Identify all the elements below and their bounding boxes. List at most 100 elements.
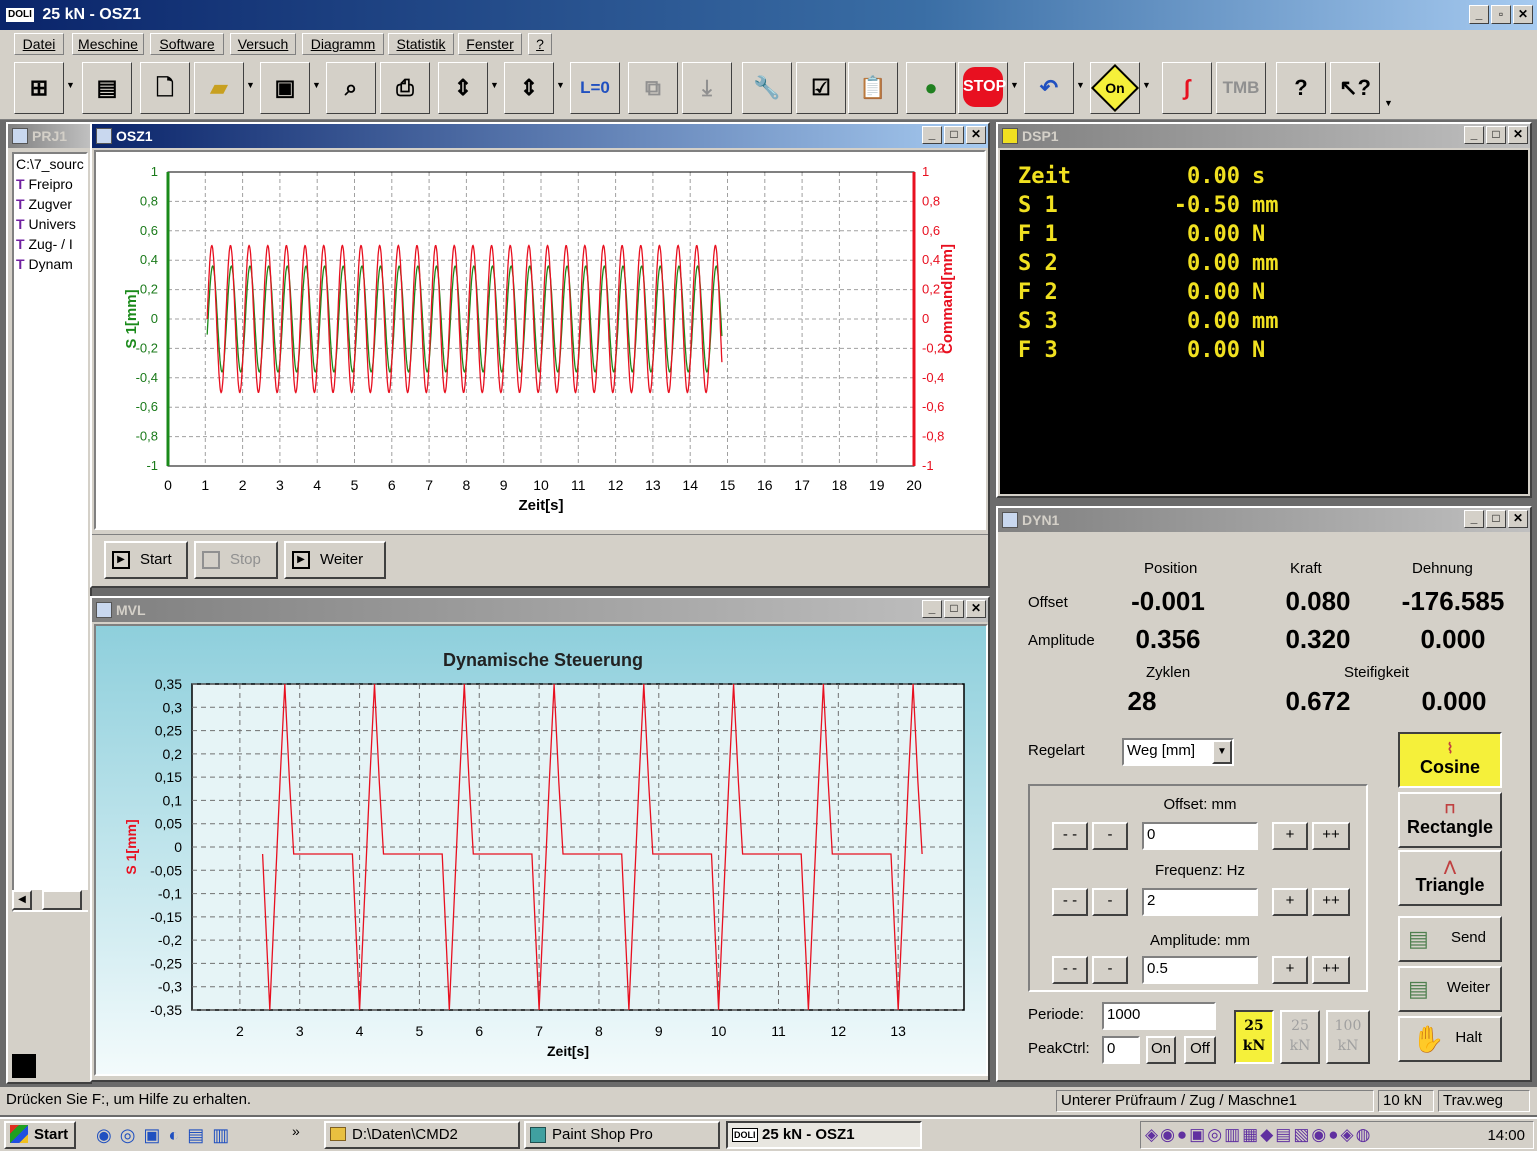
maximize-icon[interactable]: □ — [1486, 510, 1506, 528]
freq-dec-button[interactable]: - — [1092, 888, 1128, 916]
freq-dec-large-button[interactable]: - - — [1052, 888, 1088, 916]
amp-dec-button[interactable]: - — [1092, 956, 1128, 984]
quicklaunch-icons[interactable]: ◉◎▣◐▤▥ — [96, 1125, 237, 1146]
close-icon[interactable]: ✕ — [966, 126, 986, 144]
dropdown-arrow-icon[interactable]: ▼ — [1384, 98, 1393, 108]
traffic-light-icon[interactable]: ● — [906, 62, 956, 114]
menu-software[interactable]: Software — [150, 33, 224, 55]
stop-button[interactable]: STOP — [958, 62, 1008, 114]
minimize-icon[interactable]: _ — [922, 600, 942, 618]
specimen-lock-icon[interactable]: ⇕ — [504, 62, 554, 114]
amp-inc-button[interactable]: + — [1272, 956, 1308, 984]
dropdown-arrow-icon[interactable]: ▼ — [1010, 80, 1019, 90]
dropdown-arrow-icon[interactable]: ▼ — [556, 80, 565, 90]
save-icon[interactable]: ▣ — [260, 62, 310, 114]
minimize-icon[interactable]: _ — [1464, 126, 1484, 144]
project-window-title[interactable]: PRJ1 — [8, 124, 90, 148]
scroll-left-icon[interactable]: ◀ — [12, 890, 32, 910]
display-title-bar[interactable]: DSP1 _ □ ✕ — [998, 124, 1530, 148]
close-icon[interactable]: ✕ — [1508, 126, 1528, 144]
regelart-select[interactable]: Weg [mm] ▼ — [1122, 738, 1234, 766]
open-folder-icon[interactable]: ▰ — [194, 62, 244, 114]
scroll-thumb[interactable] — [42, 890, 82, 910]
project-hscrollbar[interactable]: ◀ — [12, 890, 88, 910]
menu-datei[interactable]: Datei — [14, 33, 64, 55]
dropdown-arrow-icon[interactable]: ▼ — [1142, 80, 1151, 90]
on-button[interactable]: On — [1090, 62, 1140, 114]
dynamic-control-title-bar[interactable]: DYN1 _ □ ✕ — [998, 508, 1530, 532]
zero-length-button[interactable]: L=0 — [570, 62, 620, 114]
menu-maschine[interactable]: Meschine — [72, 33, 144, 55]
dropdown-arrow-icon[interactable]: ▼ — [312, 80, 321, 90]
menu-help[interactable]: ? — [528, 33, 552, 55]
oscilloscope-title-bar[interactable]: OSZ1 _ □ ✕ — [92, 124, 988, 148]
app-title-bar[interactable]: DOLI 25 kN - OSZ1 _ ▫ ✕ — [0, 0, 1537, 30]
weiter-dyn-button[interactable]: ▤ Weiter — [1398, 966, 1502, 1012]
task-cmd2[interactable]: D:\Daten\CMD2 — [324, 1121, 520, 1149]
project-icon[interactable]: ▤ — [82, 62, 132, 114]
maximize-icon[interactable]: □ — [1486, 126, 1506, 144]
quicklaunch-more-icon[interactable]: » — [292, 1123, 300, 1139]
mvl-title-bar[interactable]: MVL _ □ ✕ — [92, 598, 988, 622]
peakctrl-input[interactable]: 0 — [1102, 1036, 1140, 1064]
menu-versuch[interactable]: Versuch — [230, 33, 296, 55]
rectangle-button[interactable]: ⊓ Rectangle — [1398, 792, 1502, 848]
send-button[interactable]: ▤ Send — [1398, 916, 1502, 962]
freq-inc-button[interactable]: + — [1272, 888, 1308, 916]
dropdown-arrow-icon[interactable]: ▼ — [246, 80, 255, 90]
periode-input[interactable]: 1000 — [1102, 1002, 1216, 1030]
minimize-icon[interactable]: _ — [922, 126, 942, 144]
dropdown-arrow-icon[interactable]: ▼ — [490, 80, 499, 90]
freq-inc-large-button[interactable]: ++ — [1312, 888, 1350, 916]
new-file-icon[interactable]: 🗋 — [140, 62, 190, 114]
peakctrl-on-button[interactable]: On — [1146, 1036, 1176, 1064]
halt-button[interactable]: ✋ Halt — [1398, 1016, 1502, 1062]
maximize-icon[interactable]: □ — [944, 126, 964, 144]
maximize-icon[interactable]: □ — [944, 600, 964, 618]
menu-fenster[interactable]: Fenster — [458, 33, 522, 55]
close-icon[interactable]: ✕ — [1508, 510, 1528, 528]
chart-curve-icon[interactable]: ∫ — [1162, 62, 1212, 114]
print-preview-icon[interactable]: ⌕ — [326, 62, 376, 114]
menu-diagramm[interactable]: Diagramm — [302, 33, 384, 55]
specimen-icon[interactable]: ⇕ — [438, 62, 488, 114]
frequency-input[interactable]: 2 — [1142, 888, 1258, 916]
weiter-button[interactable]: ▶ Weiter — [284, 541, 386, 579]
task-paint-shop[interactable]: Paint Shop Pro — [524, 1121, 720, 1149]
amp-inc-large-button[interactable]: ++ — [1312, 956, 1350, 984]
print-icon[interactable]: ⎙ — [380, 62, 430, 114]
dropdown-arrow-icon[interactable]: ▼ — [1212, 740, 1232, 764]
task-osz1[interactable]: DOLI 25 kN - OSZ1 — [726, 1121, 922, 1149]
minimize-icon[interactable]: _ — [1464, 510, 1484, 528]
range-25kn-button[interactable]: 25 kN — [1234, 1010, 1274, 1064]
dropdown-arrow-icon[interactable]: ▼ — [66, 80, 75, 90]
tree-item[interactable]: T Dynam — [14, 254, 86, 274]
start-button[interactable]: ▶ Start — [104, 541, 188, 579]
triangle-button[interactable]: ⋀ Triangle — [1398, 850, 1502, 906]
offset-inc-large-button[interactable]: ++ — [1312, 822, 1350, 850]
checklist-icon[interactable]: ☑ — [796, 62, 846, 114]
offset-inc-button[interactable]: + — [1272, 822, 1308, 850]
clipboard-icon[interactable]: 📋 — [848, 62, 898, 114]
amp-dec-large-button[interactable]: - - — [1052, 956, 1088, 984]
amplitude-input[interactable]: 0.5 — [1142, 956, 1258, 984]
tree-item[interactable]: T Freipro — [14, 174, 86, 194]
tree-item[interactable]: T Univers — [14, 214, 86, 234]
close-icon[interactable]: ✕ — [1513, 5, 1533, 24]
tray-icons[interactable]: ◈◉●▣◎▥▦◆▤▧◉●◈◍ — [1145, 1125, 1372, 1145]
restore-icon[interactable]: ▫ — [1491, 5, 1511, 24]
close-icon[interactable]: ✕ — [966, 600, 986, 618]
offset-input[interactable]: 0 — [1142, 822, 1258, 850]
tree-icon[interactable]: ⊞ — [14, 62, 64, 114]
offset-dec-button[interactable]: - — [1092, 822, 1128, 850]
cosine-button[interactable]: ⌇ Cosine — [1398, 732, 1502, 788]
dropdown-arrow-icon[interactable]: ▼ — [1076, 80, 1085, 90]
wrench-icon[interactable]: 🔧 — [742, 62, 792, 114]
minimize-icon[interactable]: _ — [1469, 5, 1489, 24]
offset-dec-large-button[interactable]: - - — [1052, 822, 1088, 850]
start-menu-button[interactable]: Start — [4, 1121, 76, 1149]
tree-item[interactable]: T Zugver — [14, 194, 86, 214]
tree-item[interactable]: T Zug- / I — [14, 234, 86, 254]
undo-icon[interactable]: ↶ — [1024, 62, 1074, 114]
menu-statistik[interactable]: Statistik — [388, 33, 454, 55]
